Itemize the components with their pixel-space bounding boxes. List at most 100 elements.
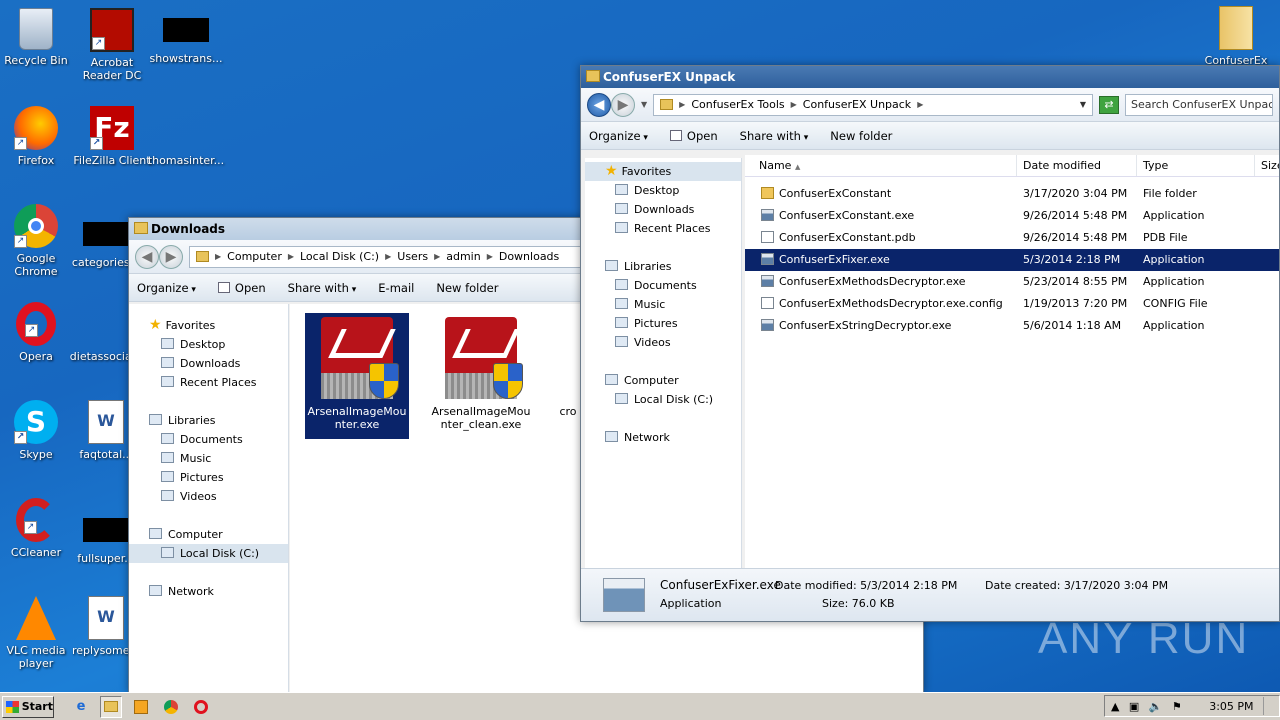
start-button[interactable]: Start xyxy=(2,695,54,718)
column-header-type[interactable]: Type xyxy=(1137,155,1255,176)
refresh-icon[interactable]: ⇄ xyxy=(1099,95,1119,114)
back-button[interactable]: ◀ xyxy=(135,244,159,269)
file-item[interactable]: cro xyxy=(553,313,583,418)
breadcrumb-item[interactable]: Computer xyxy=(227,250,282,263)
search-input[interactable]: Search ConfuserEX Unpack xyxy=(1125,93,1273,116)
nav-pictures[interactable]: Pictures xyxy=(585,314,741,333)
new-folder-button[interactable]: New folder xyxy=(830,129,892,143)
file-row[interactable]: ConfuserExConstant.pdb 9/26/2014 5:48 PM P… xyxy=(745,227,1279,249)
chevron-down-icon[interactable]: ▼ xyxy=(1080,100,1086,109)
title-bar[interactable]: ConfuserEX Unpack xyxy=(581,66,1279,88)
desktop-icon-firefox[interactable]: ↗ Firefox xyxy=(0,106,76,167)
desktop-icon-acrobat[interactable]: ↗ Acrobat Reader DC xyxy=(72,8,152,82)
column-header-date[interactable]: Date modified xyxy=(1017,155,1137,176)
nav-computer[interactable]: Computer xyxy=(585,371,741,390)
nav-network[interactable]: Network xyxy=(129,582,288,601)
open-button[interactable]: Open xyxy=(217,281,266,295)
breadcrumb-item[interactable]: Local Disk (C:) xyxy=(300,250,379,263)
organize-button[interactable]: Organize xyxy=(137,281,196,295)
nav-desktop[interactable]: Desktop xyxy=(129,335,288,354)
desktop-icon-chrome[interactable]: ↗ Google Chrome xyxy=(0,204,76,278)
nav-pictures[interactable]: Pictures xyxy=(129,468,288,487)
nav-network[interactable]: Network xyxy=(585,428,741,447)
internet-explorer-icon[interactable]: e xyxy=(70,696,92,718)
file-row[interactable]: ConfuserExConstant 3/17/2020 3:04 PM File … xyxy=(745,183,1279,205)
desktop-icon-label: Recycle Bin xyxy=(4,54,68,67)
file-item[interactable]: ArsenalImageMounter.exe xyxy=(305,313,409,439)
forward-button[interactable]: ▶ xyxy=(159,244,183,269)
file-row[interactable]: ConfuserExStringDecryptor.exe 5/6/2014 1:… xyxy=(745,315,1279,337)
media-player-icon[interactable] xyxy=(130,696,152,718)
address-bar[interactable]: ▶ ConfuserEx Tools ▶ ConfuserEX Unpack ▶ ▼ xyxy=(653,93,1093,116)
clock[interactable]: 3:05 PM xyxy=(1209,700,1253,713)
desktop-icon-thomasinter[interactable]: thomasinter... xyxy=(146,106,226,167)
network-icon[interactable]: ▣ xyxy=(1129,700,1139,713)
nav-computer[interactable]: Computer xyxy=(129,525,288,544)
desktop-icon-confuserex[interactable]: ConfuserEx xyxy=(1196,6,1276,67)
opera-icon: ↗ xyxy=(16,302,56,346)
desktop-icon-filezilla[interactable]: Fz ↗ FileZilla Client xyxy=(72,106,152,167)
share-with-button[interactable]: Share with xyxy=(288,281,357,295)
confuserex-unpack-window[interactable]: ConfuserEX Unpack ◀ ▶ ▼ ▶ ConfuserEx Too… xyxy=(580,65,1280,622)
nav-local-disk[interactable]: Local Disk (C:) xyxy=(129,544,288,563)
nav-recent-places[interactable]: Recent Places xyxy=(585,219,741,238)
file-row[interactable]: ConfuserExMethodsDecryptor.exe 5/23/2014 … xyxy=(745,271,1279,293)
nav-videos[interactable]: Videos xyxy=(129,487,288,506)
nav-downloads[interactable]: Downloads xyxy=(129,354,288,373)
breadcrumb-item[interactable]: Users xyxy=(397,250,428,263)
desktop-icon-skype[interactable]: S ↗ Skype xyxy=(0,400,76,461)
desktop-icon-recycle-bin[interactable]: Recycle Bin xyxy=(0,8,76,67)
share-with-button[interactable]: Share with xyxy=(740,129,809,143)
action-center-flag-icon[interactable]: ⚑ xyxy=(1172,700,1182,713)
nav-downloads[interactable]: Downloads xyxy=(585,200,741,219)
open-icon xyxy=(669,129,682,141)
nav-desktop[interactable]: Desktop xyxy=(585,181,741,200)
nav-documents[interactable]: Documents xyxy=(585,276,741,295)
nav-favorites[interactable]: ★ Favorites xyxy=(585,162,741,181)
file-row[interactable]: ConfuserExMethodsDecryptor.exe.config 1/1… xyxy=(745,293,1279,315)
nav-music[interactable]: Music xyxy=(129,449,288,468)
show-desktop-button[interactable] xyxy=(1262,697,1273,715)
nav-libraries[interactable]: Libraries xyxy=(129,411,288,430)
desktop-icon-showstrans[interactable]: showstrans... xyxy=(146,8,226,65)
show-hidden-icons-icon[interactable]: ▲ xyxy=(1111,700,1119,713)
desktop-icon-label: Opera xyxy=(19,350,53,363)
volume-icon[interactable]: 🔈 xyxy=(1149,700,1163,713)
new-folder-button[interactable]: New folder xyxy=(436,281,498,295)
file-item[interactable]: ArsenalImageMounter_clean.exe xyxy=(429,313,533,439)
file-row-date: 9/26/2014 5:48 PM xyxy=(1023,231,1128,244)
opera-icon[interactable] xyxy=(190,696,212,718)
back-button[interactable]: ◀ xyxy=(587,92,611,117)
explorer-icon[interactable] xyxy=(100,695,122,718)
breadcrumb-item[interactable]: Downloads xyxy=(499,250,559,263)
nav-videos[interactable]: Videos xyxy=(585,333,741,352)
chevron-down-icon[interactable]: ▼ xyxy=(641,100,647,109)
breadcrumb-item[interactable]: ConfuserEX Unpack xyxy=(803,98,911,111)
column-header-name[interactable]: Name ▲ xyxy=(745,155,1017,176)
desktop-icon-opera[interactable]: ↗ Opera xyxy=(0,302,76,363)
desktop-icon-label: FileZilla Client xyxy=(73,154,151,167)
forward-button[interactable]: ▶ xyxy=(611,92,635,117)
videos-icon xyxy=(615,336,628,347)
nav-libraries[interactable]: Libraries xyxy=(585,257,741,276)
open-button[interactable]: Open xyxy=(669,129,718,143)
nav-local-disk[interactable]: Local Disk (C:) xyxy=(585,390,741,409)
chrome-icon[interactable] xyxy=(160,696,182,718)
file-row[interactable]: ConfuserExConstant.exe 9/26/2014 5:48 PM A… xyxy=(745,205,1279,227)
file-row[interactable]: ConfuserExFixer.exe 5/3/2014 2:18 PM Appli… xyxy=(745,249,1279,271)
breadcrumb-item[interactable]: ConfuserEx Tools xyxy=(691,98,784,111)
nav-documents[interactable]: Documents xyxy=(129,430,288,449)
desktop-icon-ccleaner[interactable]: ↗ CCleaner xyxy=(0,498,76,559)
column-header-size[interactable]: Size xyxy=(1255,155,1279,176)
organize-button[interactable]: Organize xyxy=(589,129,648,143)
nav-music[interactable]: Music xyxy=(585,295,741,314)
application-icon xyxy=(603,578,645,612)
desktop-icon-vlc[interactable]: VLC media player xyxy=(0,596,76,670)
acrobat-icon: ↗ xyxy=(90,8,134,52)
file-row-type: PDB File xyxy=(1143,231,1188,244)
nav-recent-places[interactable]: Recent Places xyxy=(129,373,288,392)
file-list[interactable]: Name ▲ Date modified Type Size ConfuserE… xyxy=(745,155,1279,568)
breadcrumb-item[interactable]: admin xyxy=(446,250,480,263)
email-button[interactable]: E-mail xyxy=(378,281,414,295)
nav-favorites[interactable]: ★ Favorites xyxy=(129,316,288,335)
